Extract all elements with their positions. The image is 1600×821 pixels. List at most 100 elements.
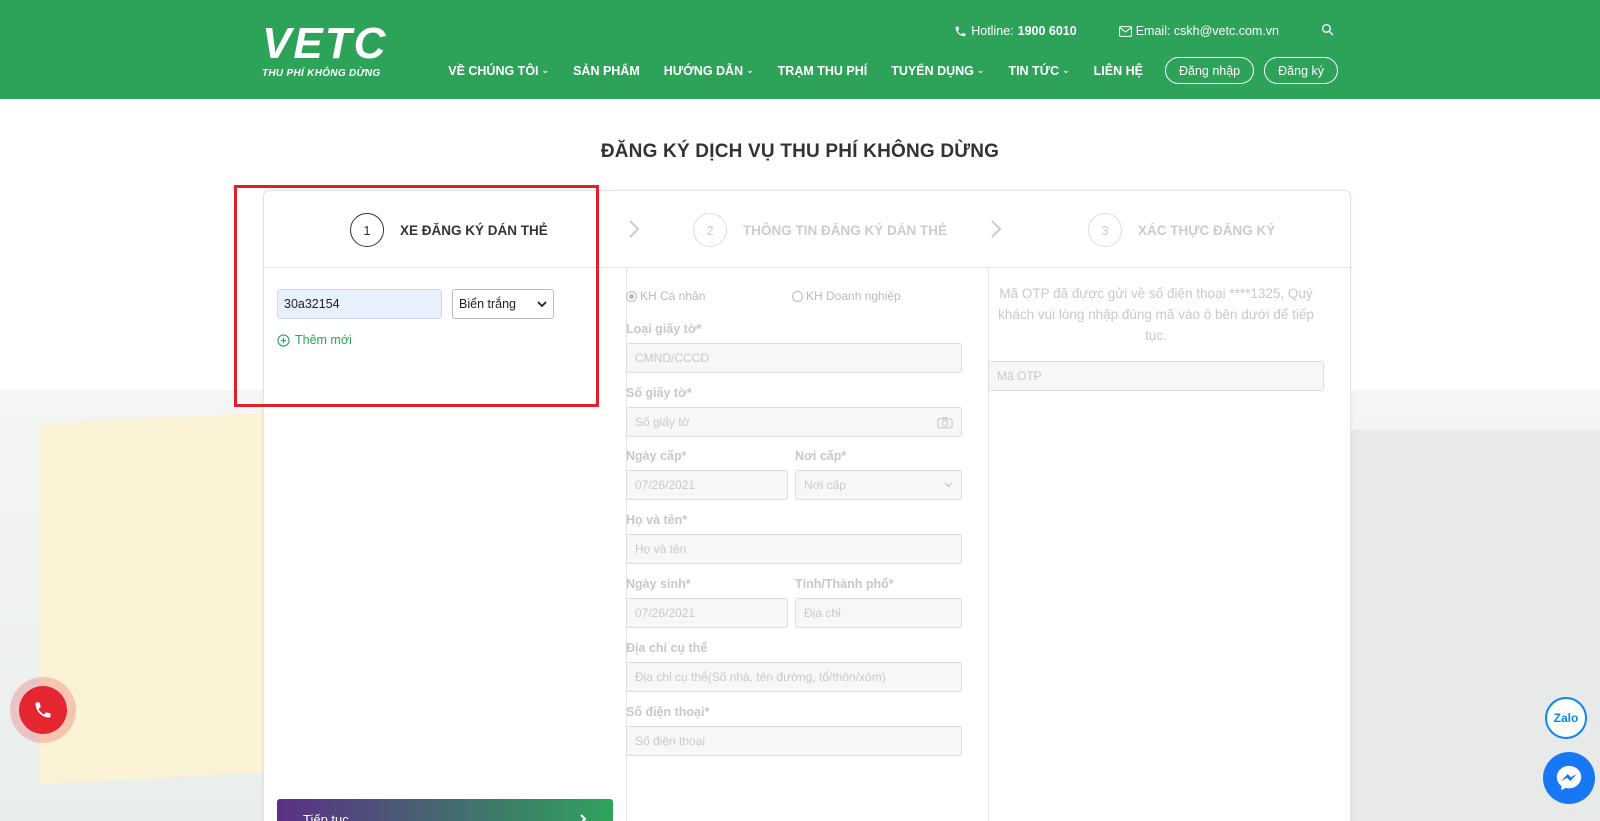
issue-place-label: Nơi cấp* — [795, 449, 847, 463]
chevron-down-icon — [537, 300, 547, 307]
hotline-number: 1900 6010 — [1017, 24, 1077, 38]
camera-icon[interactable] — [937, 416, 953, 429]
column-divider — [988, 268, 989, 821]
province-label: Tỉnh/Thành phố* — [795, 577, 894, 591]
registration-card: 1 XE ĐĂNG KÝ DÁN THẺ 2 THÔNG TIN ĐĂNG KÝ… — [263, 190, 1352, 821]
chevron-down-icon: ⌄ — [541, 65, 550, 75]
nav-item-news[interactable]: TIN TỨC ⌄ — [1008, 64, 1069, 78]
chevron-right-icon — [991, 220, 1002, 238]
issue-place-placeholder: Nơi cấp — [804, 478, 846, 492]
step-1: 1 XE ĐĂNG KÝ DÁN THẺ — [350, 213, 548, 247]
phone-placeholder: Số điện thoại — [635, 734, 706, 748]
plate-number-input[interactable] — [277, 289, 442, 319]
doc-number-input[interactable]: Số giấy tờ — [626, 407, 962, 437]
issue-date-value: 07/26/2021 — [635, 478, 696, 492]
logo-tagline: THU PHÍ KHÔNG DỪNG — [262, 68, 381, 79]
doc-type-label: Loại giấy tờ* — [626, 322, 702, 336]
chevron-right-icon — [629, 220, 640, 238]
radio-business[interactable]: KH Doanh nghiệp — [792, 289, 901, 303]
otp-message: Mã OTP đã được gửi về số điện thoại ****… — [998, 286, 1314, 343]
zalo-button[interactable]: Zalo — [1545, 697, 1587, 739]
nav-item-contact[interactable]: LIÊN HỆ — [1094, 64, 1143, 78]
dob-label: Ngày sinh* — [626, 577, 691, 591]
chevron-down-icon: ⌄ — [1062, 65, 1070, 75]
phone-icon — [955, 26, 966, 36]
chevron-right-icon — [580, 814, 587, 821]
nav-label: VỀ CHÚNG TÔI — [448, 63, 539, 78]
nav-item-products[interactable]: SẢN PHẨM — [573, 64, 640, 78]
full-name-placeholder: Họ và tên — [635, 542, 687, 556]
plate-type-value: Biển trắng — [459, 297, 516, 311]
nav-label: LIÊN HỆ — [1093, 63, 1143, 78]
nav-item-toll-stations[interactable]: TRẠM THU PHÍ — [778, 64, 868, 78]
register-button[interactable]: Đăng ký — [1264, 57, 1338, 84]
radio-dot — [792, 290, 803, 302]
radio-label: KH Cá nhân — [640, 289, 706, 303]
plus-circle-icon — [277, 333, 290, 347]
doc-type-select[interactable]: CMND/CCCD — [626, 343, 962, 373]
continue-button[interactable]: Tiếp tục — [277, 799, 613, 821]
page-title: ĐĂNG KÝ DỊCH VỤ THU PHÍ KHÔNG DỪNG — [600, 141, 1000, 162]
step-indicator: 1 XE ĐĂNG KÝ DÁN THẺ 2 THÔNG TIN ĐĂNG KÝ… — [264, 191, 1352, 268]
full-name-label: Họ và tên* — [626, 513, 688, 527]
lane-sign-image — [40, 411, 270, 785]
step-2: 2 THÔNG TIN ĐĂNG KÝ DÁN THẺ — [693, 213, 947, 247]
step-label: THÔNG TIN ĐĂNG KÝ DÁN THẺ — [743, 222, 947, 238]
issue-date-label: Ngày cấp* — [626, 449, 687, 463]
email-text: Email: cskh@vetc.com.vn — [1135, 24, 1279, 38]
login-button[interactable]: Đăng nhập — [1164, 57, 1255, 84]
phone-input[interactable]: Số điện thoại — [626, 726, 962, 756]
step-3: 3 XÁC THỰC ĐĂNG KÝ — [1088, 213, 1275, 247]
step-label: XÁC THỰC ĐĂNG KÝ — [1138, 222, 1276, 238]
nav-label: TUYỂN DỤNG — [891, 63, 974, 78]
step-number: 3 — [1088, 213, 1122, 247]
doc-number-label: Số giấy tờ* — [626, 386, 692, 400]
radio-dot — [626, 290, 637, 302]
address-label: Địa chỉ cụ thể — [626, 641, 708, 655]
plate-type-select[interactable]: Biển trắng — [452, 289, 554, 319]
chevron-down-icon: ⌄ — [976, 65, 985, 75]
search-button[interactable] — [1321, 23, 1338, 39]
address-input[interactable]: Địa chỉ cụ thể(Số nhà, tên đường, tổ/thô… — [626, 662, 962, 692]
doc-type-value: CMND/CCCD — [635, 351, 709, 365]
nav-label: SẢN PHẨM — [573, 63, 640, 78]
nav-item-careers[interactable]: TUYỂN DỤNG ⌄ — [891, 64, 984, 78]
step-number: 2 — [693, 213, 727, 247]
nav-item-about[interactable]: VỀ CHÚNG TÔI ⌄ — [448, 64, 549, 78]
nav-label: TRẠM THU PHÍ — [777, 63, 868, 78]
dob-input[interactable]: 07/26/2021 — [626, 598, 788, 628]
add-new-label: Thêm mới — [295, 333, 352, 347]
otp-placeholder: Mã OTP — [997, 369, 1042, 383]
phone-label: Số điện thoại* — [626, 705, 710, 719]
radio-label: KH Doanh nghiệp — [806, 289, 901, 303]
messenger-button[interactable] — [1543, 752, 1595, 804]
radio-individual[interactable]: KH Cá nhân — [626, 289, 705, 303]
doc-number-placeholder: Số giấy tờ — [635, 415, 690, 429]
vetc-logo[interactable]: VETC THU PHÍ KHÔNG DỪNG — [262, 22, 388, 88]
province-input[interactable]: Địa chỉ — [795, 598, 962, 628]
issue-date-input[interactable]: 07/26/2021 — [626, 470, 788, 500]
dob-value: 07/26/2021 — [635, 606, 696, 620]
call-button[interactable] — [10, 677, 76, 743]
issue-place-select[interactable]: Nơi cấp — [795, 470, 962, 500]
province-placeholder: Địa chỉ — [804, 606, 841, 620]
email-link[interactable]: Email: cskh@vetc.com.vn — [1118, 24, 1279, 38]
step-number: 1 — [350, 213, 384, 247]
hotline-label: Hotline: — [971, 24, 1014, 38]
nav-item-guides[interactable]: HƯỚNG DẪN ⌄ — [664, 64, 754, 78]
nav-label: TIN TỨC — [1008, 63, 1060, 78]
main-nav: VỀ CHÚNG TÔI ⌄ SẢN PHẨM HƯỚNG DẪN ⌄ TRẠM T… — [424, 57, 1338, 84]
chevron-down-icon: ⌄ — [746, 65, 754, 75]
add-vehicle-button[interactable]: Thêm mới — [277, 333, 352, 347]
step-label: XE ĐĂNG KÝ DÁN THẺ — [400, 222, 548, 238]
search-icon — [1321, 23, 1334, 36]
messenger-icon — [1556, 765, 1582, 791]
otp-input[interactable]: Mã OTP — [988, 361, 1324, 391]
nav-label: HƯỚNG DẪN — [663, 63, 744, 78]
zalo-label: Zalo — [1553, 711, 1579, 725]
address-placeholder: Địa chỉ cụ thể(Số nhà, tên đường, tổ/thô… — [635, 670, 886, 684]
continue-label: Tiếp tục — [303, 811, 349, 821]
full-name-input[interactable]: Họ và tên — [626, 534, 962, 564]
mail-icon — [1118, 25, 1132, 37]
hotline[interactable]: Hotline: 1900 6010 — [954, 24, 1077, 38]
